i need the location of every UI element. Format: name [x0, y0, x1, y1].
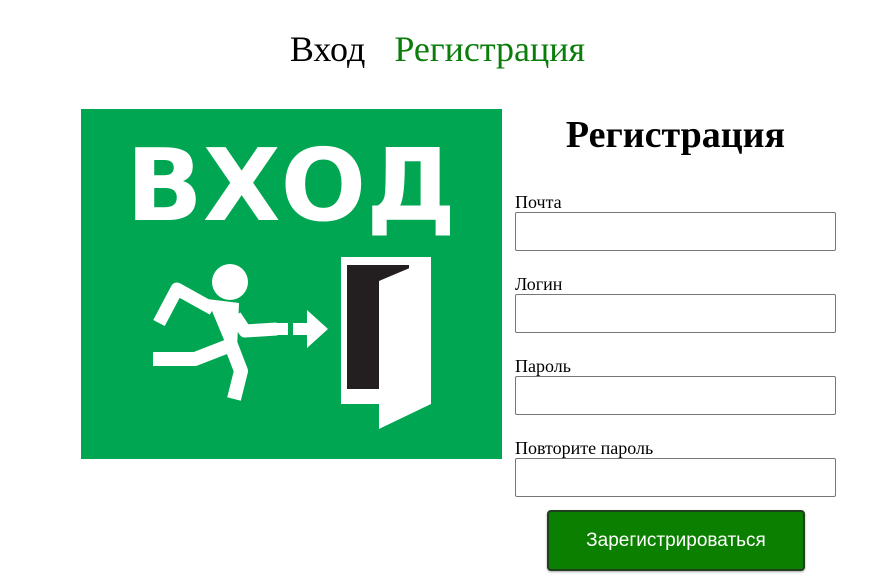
nav-login-link[interactable]: Вход [290, 28, 365, 70]
form-title: Регистрация [565, 114, 786, 156]
exit-sign-text: ВХОД [126, 127, 456, 244]
repeat-password-field[interactable] [515, 458, 836, 497]
email-field[interactable] [515, 212, 836, 251]
exit-sign-image: ВХОД [81, 109, 502, 459]
exit-door-icon [341, 257, 431, 429]
exit-sign-graphic: ВХОД [81, 109, 502, 459]
login-field[interactable] [515, 294, 836, 333]
registration-page: Вход Регистрация ВХОД Регистрация Почта … [0, 0, 875, 577]
password-label: Пароль [515, 356, 571, 376]
login-label: Логин [515, 274, 563, 294]
top-navigation: Вход Регистрация [0, 28, 875, 70]
nav-register-link[interactable]: Регистрация [394, 28, 585, 70]
password-field[interactable] [515, 376, 836, 415]
register-submit-button[interactable]: Зарегистрироваться [547, 510, 805, 571]
repeat-password-label: Повторите пароль [515, 438, 654, 458]
email-label: Почта [515, 192, 562, 212]
